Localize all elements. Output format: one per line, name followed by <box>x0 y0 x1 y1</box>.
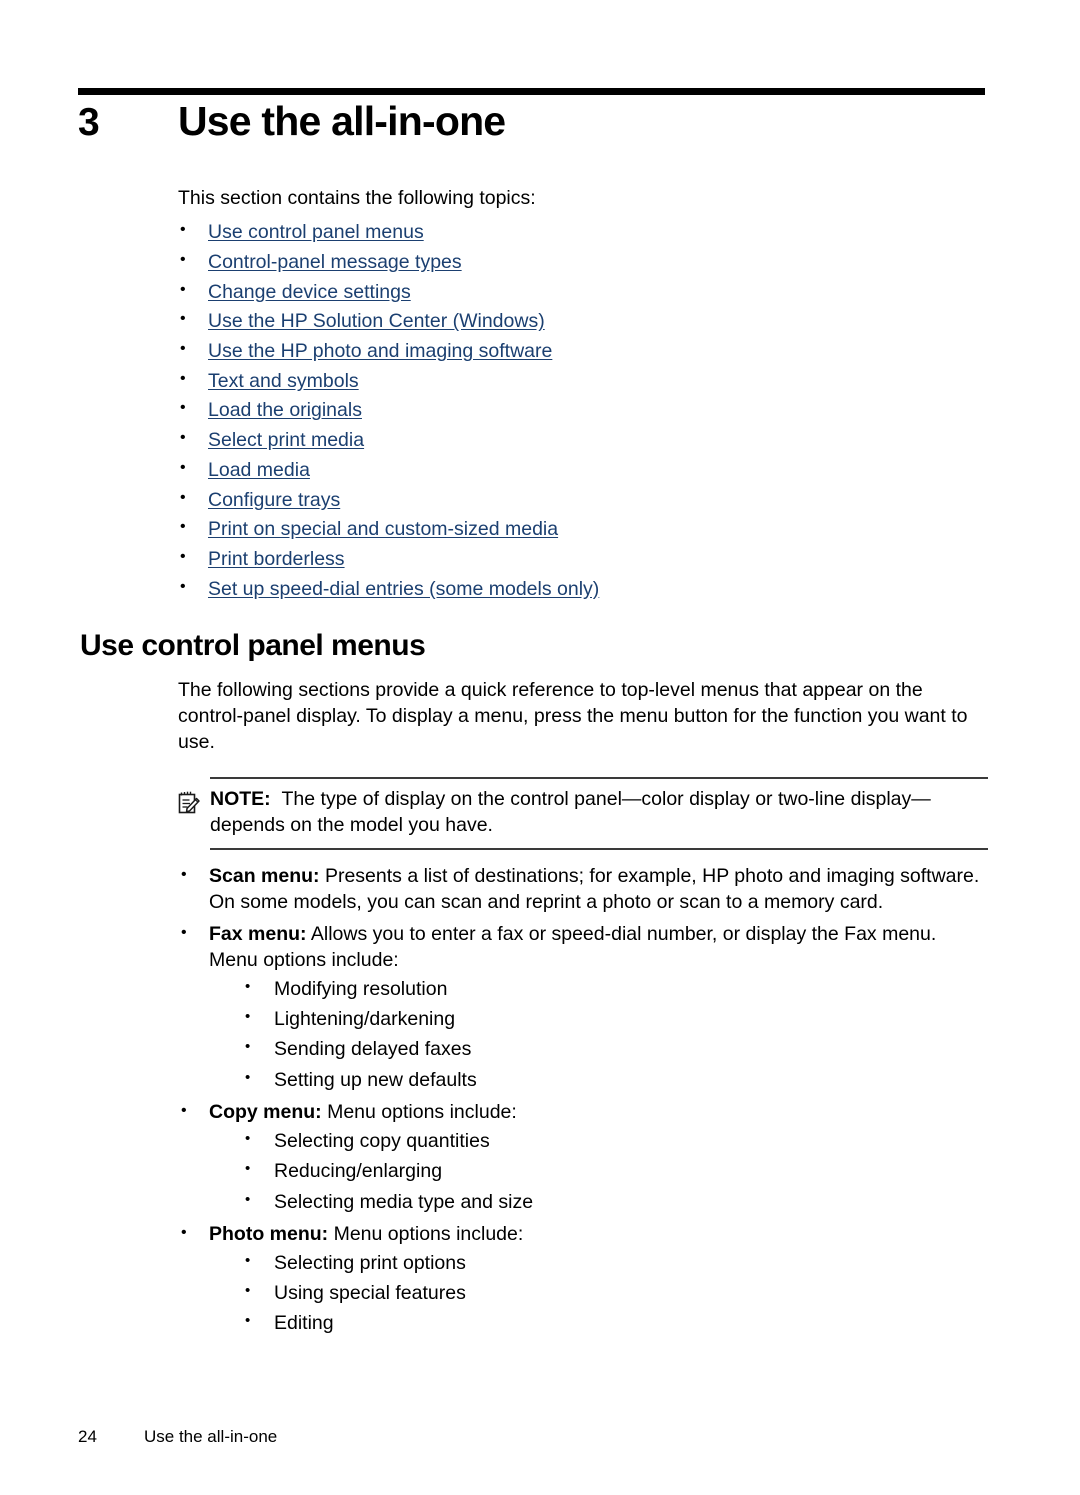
toc-list-item: Control-panel message types <box>178 251 1080 273</box>
toc-link[interactable]: Use the HP photo and imaging software <box>208 340 552 362</box>
topics-link-list: Use control panel menus Control-panel mes… <box>0 221 1080 600</box>
toc-list-item: Use control panel menus <box>178 221 1080 243</box>
toc-link[interactable]: Use the HP Solution Center (Windows) <box>208 310 545 332</box>
toc-link[interactable]: Load media <box>208 459 310 481</box>
menu-option-item: Modifying resolution <box>243 977 989 1002</box>
chapter-header: 3 Use the all-in-one <box>78 98 988 144</box>
menu-option-item: Selecting media type and size <box>243 1190 989 1215</box>
toc-link[interactable]: Select print media <box>208 429 364 451</box>
page-content: This section contains the following topi… <box>0 186 1080 1344</box>
note-text: NOTE: The type of display on the control… <box>210 787 988 838</box>
note-callout: NOTE: The type of display on the control… <box>178 777 988 850</box>
menu-option-item: Using special features <box>243 1281 989 1306</box>
toc-list-item: Load media <box>178 459 1080 481</box>
toc-link[interactable]: Print borderless <box>208 548 345 570</box>
menu-option-sublist: Selecting copy quantities Reducing/enlarg… <box>209 1129 989 1215</box>
toc-link[interactable]: Load the originals <box>208 399 362 421</box>
menu-description: Menu options include: <box>328 1222 524 1245</box>
menu-description-list: Scan menu: Presents a list of destinatio… <box>0 864 1080 1337</box>
note-body: NOTE: The type of display on the control… <box>178 779 988 847</box>
menu-option-sublist: Modifying resolution Lightening/darkening… <box>209 977 989 1093</box>
menu-option-sublist: Selecting print options Using special fea… <box>209 1251 989 1337</box>
menu-option-item: Sending delayed faxes <box>243 1037 989 1062</box>
chapter-number: 3 <box>78 101 100 144</box>
menu-description: Presents a list of destinations; for exa… <box>209 864 980 913</box>
chapter-title: Use the all-in-one <box>178 98 506 144</box>
menu-description: Menu options include: <box>321 1101 517 1124</box>
menu-option-item: Lightening/darkening <box>243 1007 989 1032</box>
footer-page-number: 24 <box>78 1427 97 1446</box>
menu-option-item: Reducing/enlarging <box>243 1159 989 1184</box>
menu-option-item: Editing <box>243 1311 989 1336</box>
menu-option-item: Selecting copy quantities <box>243 1129 989 1154</box>
toc-list-item: Set up speed-dial entries (some models o… <box>178 578 1080 600</box>
toc-list-item: Load the originals <box>178 399 1080 421</box>
menu-list-item: Scan menu: Presents a list of destinatio… <box>178 864 989 915</box>
note-label: NOTE: <box>210 788 271 811</box>
note-rule-bottom <box>210 847 988 850</box>
menu-list-item: Copy menu: Menu options include: Selectin… <box>178 1100 989 1215</box>
menu-term: Fax menu: <box>209 923 307 946</box>
menu-option-item: Setting up new defaults <box>243 1068 989 1093</box>
toc-link[interactable]: Configure trays <box>208 489 340 511</box>
toc-list-item: Text and symbols <box>178 370 1080 392</box>
menu-option-item: Selecting print options <box>243 1251 989 1276</box>
note-message: The type of display on the control panel… <box>210 788 931 837</box>
intro-paragraph: This section contains the following topi… <box>178 187 536 209</box>
menu-term: Photo menu: <box>209 1222 329 1245</box>
menu-term: Scan menu: <box>209 864 320 887</box>
toc-list-item: Print on special and custom-sized media <box>178 518 1080 540</box>
section-paragraph: The following sections provide a quick r… <box>178 679 968 753</box>
page-footer: 24 Use the all-in-one <box>78 1427 277 1447</box>
toc-link[interactable]: Text and symbols <box>208 370 359 392</box>
document-page: 3 Use the all-in-one This section contai… <box>0 0 1080 1495</box>
note-pencil-icon <box>178 787 210 820</box>
toc-list-item: Use the HP photo and imaging software <box>178 340 1080 362</box>
toc-list-item: Configure trays <box>178 489 1080 511</box>
menu-term: Copy menu: <box>209 1101 322 1124</box>
toc-link[interactable]: Set up speed-dial entries (some models o… <box>208 578 599 600</box>
toc-link[interactable]: Change device settings <box>208 281 411 303</box>
toc-list-item: Print borderless <box>178 548 1080 570</box>
toc-list-item: Change device settings <box>178 281 1080 303</box>
section-heading: Use control panel menus <box>80 629 426 663</box>
toc-link[interactable]: Use control panel menus <box>208 221 424 243</box>
toc-list-item: Use the HP Solution Center (Windows) <box>178 310 1080 332</box>
toc-list-item: Select print media <box>178 429 1080 451</box>
toc-link[interactable]: Control-panel message types <box>208 251 462 273</box>
menu-list-item: Photo menu: Menu options include: Selecti… <box>178 1222 989 1337</box>
chapter-top-rule <box>78 88 985 95</box>
menu-list-item: Fax menu: Allows you to enter a fax or s… <box>178 922 989 1093</box>
footer-chapter-text: Use the all-in-one <box>144 1427 278 1446</box>
toc-link[interactable]: Print on special and custom-sized media <box>208 518 558 540</box>
menu-description: Allows you to enter a fax or speed-dial … <box>209 923 937 971</box>
